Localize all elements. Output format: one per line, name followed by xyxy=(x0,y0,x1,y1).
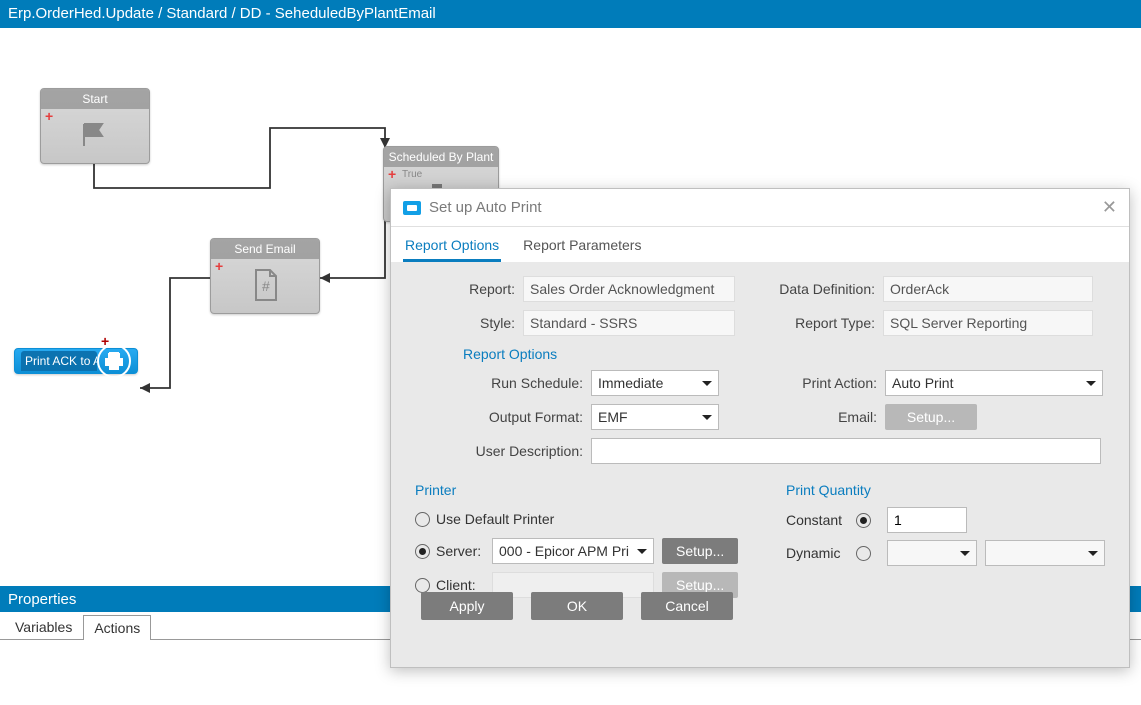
label-default-printer: Use Default Printer xyxy=(436,511,554,527)
node-condition-badge: True xyxy=(402,169,422,180)
label-run-schedule: Run Schedule: xyxy=(415,375,583,391)
node-print-ack[interactable]: Print ACK to APM + xyxy=(14,348,138,374)
label-datadef: Data Definition: xyxy=(735,281,875,297)
tab-report-parameters[interactable]: Report Parameters xyxy=(521,231,643,262)
field-report-type: SQL Server Reporting xyxy=(883,310,1093,336)
select-qty-dynamic-1[interactable] xyxy=(887,540,977,566)
printer-icon xyxy=(97,344,131,378)
input-qty-constant[interactable] xyxy=(887,507,967,533)
node-start[interactable]: Start + xyxy=(40,88,150,164)
label-qty-constant: Constant xyxy=(786,512,856,528)
apply-button[interactable]: Apply xyxy=(421,592,513,620)
expand-icon[interactable]: + xyxy=(45,111,57,123)
label-print-action: Print Action: xyxy=(719,375,877,391)
select-server-printer[interactable]: 000 - Epicor APM Pri xyxy=(492,538,654,564)
expand-icon[interactable]: + xyxy=(215,261,227,273)
email-setup-button: Setup... xyxy=(885,404,977,430)
close-icon[interactable]: ✕ xyxy=(1102,197,1117,218)
cancel-button[interactable]: Cancel xyxy=(641,592,733,620)
dialog-tabs: Report Options Report Parameters xyxy=(391,227,1129,262)
field-report: Sales Order Acknowledgment xyxy=(523,276,735,302)
tab-actions[interactable]: Actions xyxy=(83,615,151,640)
tab-variables[interactable]: Variables xyxy=(4,614,83,639)
select-qty-dynamic-2[interactable] xyxy=(985,540,1105,566)
dialog-titlebar[interactable]: Set up Auto Print ✕ xyxy=(391,189,1129,227)
label-client: Client: xyxy=(436,577,488,593)
section-report-options: Report Options xyxy=(463,346,1105,362)
node-send-email[interactable]: Send Email + # xyxy=(210,238,320,314)
radio-server-printer[interactable] xyxy=(415,544,430,559)
chevron-down-icon xyxy=(1086,381,1096,391)
chevron-down-icon xyxy=(1088,551,1098,561)
field-datadef: OrderAck xyxy=(883,276,1093,302)
field-style: Standard - SSRS xyxy=(523,310,735,336)
select-print-action[interactable]: Auto Print xyxy=(885,370,1103,396)
expand-icon[interactable]: + xyxy=(101,336,113,348)
server-setup-button[interactable]: Setup... xyxy=(662,538,738,564)
label-output-format: Output Format: xyxy=(415,409,583,425)
page-title-bar: Erp.OrderHed.Update / Standard / DD - Se… xyxy=(0,0,1141,28)
radio-qty-dynamic[interactable] xyxy=(856,546,871,561)
expand-icon[interactable]: + xyxy=(388,169,400,181)
dialog-auto-print: Set up Auto Print ✕ Report Options Repor… xyxy=(390,188,1130,668)
chevron-down-icon xyxy=(637,549,647,559)
radio-qty-constant[interactable] xyxy=(856,513,871,528)
radio-client-printer[interactable] xyxy=(415,578,430,593)
input-user-description[interactable] xyxy=(591,438,1101,464)
node-sendemail-header: Send Email xyxy=(211,239,319,259)
select-run-schedule[interactable]: Immediate xyxy=(591,370,719,396)
dialog-title-text: Set up Auto Print xyxy=(429,199,542,216)
section-print-quantity: Print Quantity xyxy=(786,482,1105,498)
document-icon: # xyxy=(250,268,280,305)
node-start-header: Start xyxy=(41,89,149,109)
tab-report-options[interactable]: Report Options xyxy=(403,231,501,262)
select-output-format[interactable]: EMF xyxy=(591,404,719,430)
radio-default-printer[interactable] xyxy=(415,512,430,527)
label-server: Server: xyxy=(436,543,488,559)
label-user-description: User Description: xyxy=(415,443,583,459)
label-style: Style: xyxy=(415,315,515,331)
flag-icon xyxy=(78,120,112,153)
node-printack-header: Print ACK to APM xyxy=(21,351,97,371)
window-icon xyxy=(403,201,421,215)
chevron-down-icon xyxy=(702,415,712,425)
section-printer: Printer xyxy=(415,482,776,498)
node-scheduled-header: Scheduled By Plant xyxy=(384,147,498,167)
chevron-down-icon xyxy=(960,551,970,561)
chevron-down-icon xyxy=(702,381,712,391)
svg-text:#: # xyxy=(262,278,270,294)
label-qty-dynamic: Dynamic xyxy=(786,545,856,561)
ok-button[interactable]: OK xyxy=(531,592,623,620)
label-email: Email: xyxy=(719,409,877,425)
label-report: Report: xyxy=(415,281,515,297)
label-report-type: Report Type: xyxy=(735,315,875,331)
